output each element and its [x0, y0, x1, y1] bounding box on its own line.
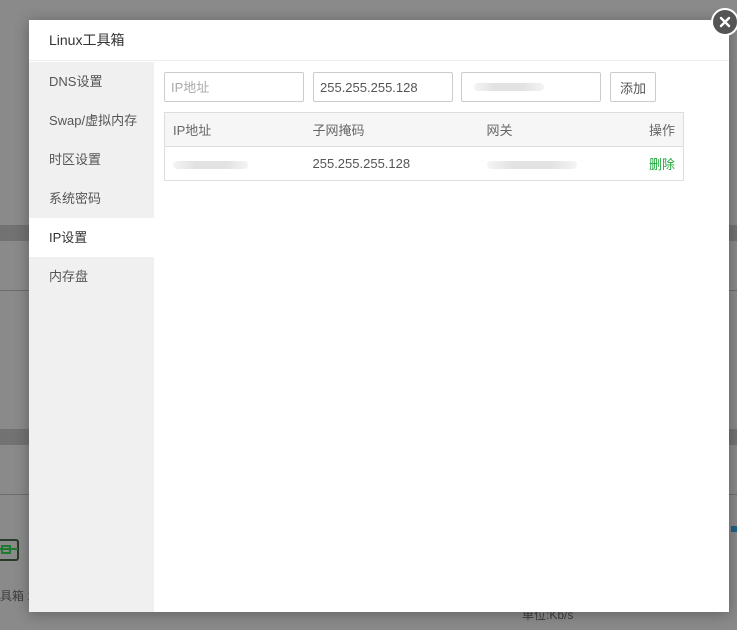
add-button[interactable]: 添加	[610, 72, 656, 102]
column-header-ip: IP地址	[164, 112, 305, 147]
column-header-action: 操作	[618, 112, 684, 147]
column-header-gateway: 网关	[478, 112, 619, 147]
subnet-mask-input[interactable]	[313, 72, 453, 102]
toolbox-icon	[0, 534, 22, 564]
ip-table: IP地址 子网掩码 网关 操作 255.255.255.128 删除	[164, 112, 684, 181]
sidebar-item-swap[interactable]: Swap/虚拟内存	[29, 101, 154, 140]
sidebar-item-timezone[interactable]: 时区设置	[29, 140, 154, 179]
linux-toolbox-dialog: Linux工具箱 DNS设置 Swap/虚拟内存 时区设置 系统密码 IP设置 …	[29, 20, 729, 612]
table-header-row: IP地址 子网掩码 网关 操作	[164, 112, 684, 147]
ip-input[interactable]	[164, 72, 304, 102]
redacted-gateway	[486, 160, 577, 169]
background-indicator	[731, 526, 737, 532]
dialog-title: Linux工具箱	[29, 20, 729, 61]
delete-link[interactable]: 删除	[649, 157, 675, 172]
sidebar: DNS设置 Swap/虚拟内存 时区设置 系统密码 IP设置 内存盘	[29, 62, 154, 612]
sidebar-item-ramdisk[interactable]: 内存盘	[29, 257, 154, 296]
cell-mask: 255.255.255.128	[312, 156, 411, 171]
close-icon	[719, 16, 731, 28]
sidebar-item-password[interactable]: 系统密码	[29, 179, 154, 218]
ip-settings-panel: 添加 IP地址 子网掩码 网关 操作 255.255.255.128 删除	[154, 62, 729, 612]
redacted-ip	[173, 160, 248, 169]
column-header-mask: 子网掩码	[304, 112, 479, 147]
redacted-gateway	[474, 83, 544, 91]
cell-gateway	[479, 147, 619, 181]
sidebar-item-ip[interactable]: IP设置	[29, 218, 154, 257]
close-button[interactable]	[711, 8, 737, 36]
cell-action: 删除	[619, 147, 684, 181]
cell-ip	[165, 147, 305, 181]
sidebar-item-dns[interactable]: DNS设置	[29, 62, 154, 101]
gateway-input[interactable]	[461, 72, 601, 102]
table-row: 255.255.255.128 删除	[165, 147, 684, 181]
